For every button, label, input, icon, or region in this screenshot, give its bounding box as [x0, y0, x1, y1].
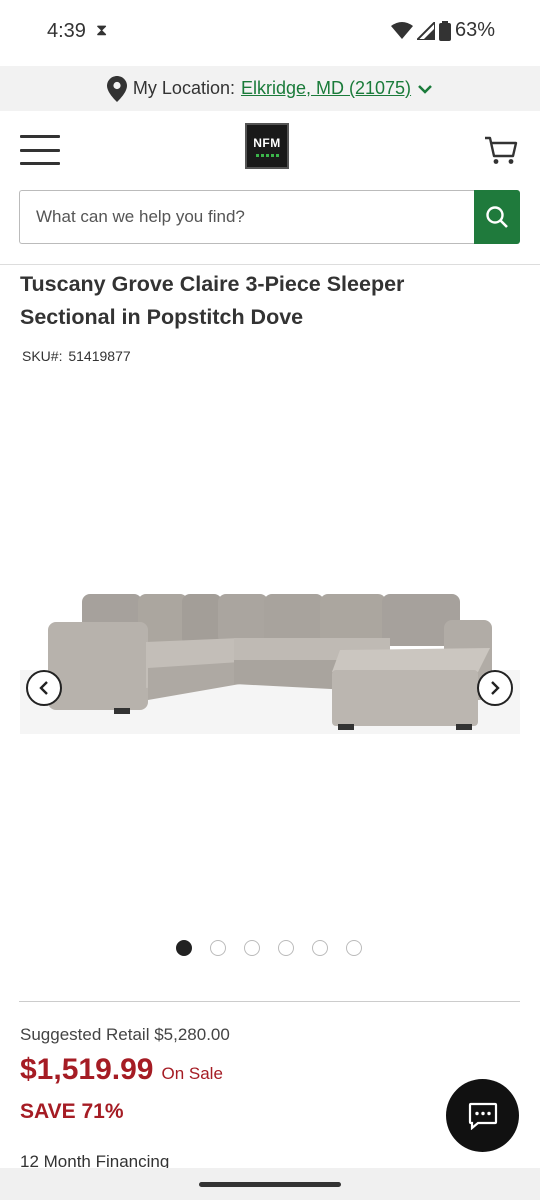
search-input[interactable] [19, 190, 474, 244]
product-title: Tuscany Grove Claire 3-Piece Sleeper Sec… [20, 272, 405, 329]
next-image-button[interactable] [477, 670, 513, 706]
site-header: NFM [0, 111, 540, 189]
sku-value: 51419877 [68, 348, 131, 364]
chat-button[interactable] [446, 1079, 519, 1152]
status-time: 4:39 [47, 20, 86, 42]
sku: SKU#: 51419877 [20, 348, 131, 364]
search-button[interactable] [474, 190, 520, 244]
map-pin-icon [106, 75, 127, 102]
carousel-dots [176, 940, 362, 956]
on-sale-label: On Sale [161, 1064, 223, 1083]
wifi-icon [390, 21, 413, 39]
home-gesture-handle[interactable] [199, 1182, 341, 1187]
divider [0, 264, 540, 265]
status-bar: 4:39 ⧗ 63% [0, 0, 540, 66]
chevron-left-icon [39, 681, 48, 695]
logo-text: NFM [253, 135, 281, 150]
divider [19, 1001, 520, 1002]
chevron-right-icon [491, 681, 500, 695]
chevron-down-icon[interactable] [417, 84, 433, 94]
hamburger-menu-icon[interactable] [20, 135, 60, 165]
product-image[interactable] [20, 560, 520, 760]
price-row: $1,519.99 On Sale [20, 1053, 223, 1087]
savings-label: SAVE 71% [20, 1100, 124, 1123]
carousel-dot[interactable] [210, 940, 226, 956]
carousel-dot[interactable] [244, 940, 260, 956]
previous-image-button[interactable] [26, 670, 62, 706]
search-bar [19, 190, 520, 244]
battery-icon [438, 20, 451, 41]
sku-label: SKU#: [22, 348, 63, 364]
location-link[interactable]: Elkridge, MD (21075) [241, 78, 411, 99]
suggested-retail: Suggested Retail $5,280.00 [20, 1025, 230, 1044]
carousel-dot[interactable] [176, 940, 192, 956]
carousel-dot[interactable] [312, 940, 328, 956]
system-nav-bar [0, 1168, 540, 1200]
sale-price: $1,519.99 [20, 1053, 154, 1086]
chat-icon [468, 1102, 497, 1130]
signal-icon [416, 21, 435, 40]
location-bar[interactable]: My Location: Elkridge, MD (21075) [0, 66, 540, 111]
hourglass-icon: ⧗ [96, 22, 108, 39]
location-label: My Location: [132, 78, 235, 98]
search-icon [486, 206, 508, 228]
carousel-dot[interactable] [346, 940, 362, 956]
battery-percent: 63% [454, 19, 495, 41]
carousel-dot[interactable] [278, 940, 294, 956]
status-indicators: 63% [390, 19, 495, 42]
shopping-cart-icon[interactable] [484, 135, 518, 165]
nfm-logo[interactable]: NFM [245, 123, 289, 169]
